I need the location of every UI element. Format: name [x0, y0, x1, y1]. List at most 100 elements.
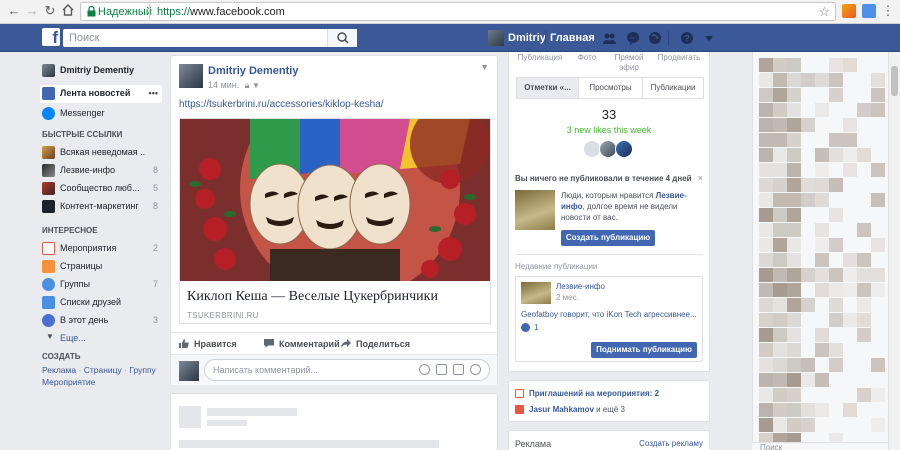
sidebar-profile[interactable]: Dmitriy Dementiy [40, 62, 162, 80]
sidebar-item-quick-link[interactable]: Всякая неведомая ... [40, 144, 162, 162]
notifications-globe-icon[interactable] [648, 31, 662, 45]
chat-contact-pixel [801, 373, 815, 387]
page-thumbnail[interactable] [515, 190, 555, 230]
sidebar-item-groups[interactable]: Группы 7 [40, 276, 162, 294]
scrollbar-thumb[interactable] [891, 66, 898, 96]
live-action[interactable]: Прямой эфир [609, 53, 649, 73]
sidebar-item-messenger[interactable]: Messenger [40, 105, 162, 123]
account-dropdown-icon[interactable] [702, 31, 716, 45]
link-preview-title[interactable]: Киклоп Кеша — Веселые Цукербринчики [187, 289, 438, 305]
sidebar-item-label: Лента новостей [60, 88, 131, 98]
sidebar-item-quick-link[interactable]: Сообщество люб... 5 [40, 180, 162, 198]
header-user-name[interactable]: Dmitriy [508, 32, 546, 44]
promote-action[interactable]: Продвигать [653, 53, 705, 62]
emoji-icon[interactable] [419, 364, 430, 375]
recent-page-name[interactable]: Лезвие-инфо [556, 282, 605, 291]
chat-contact-pixel [829, 313, 843, 327]
extension-icon[interactable] [842, 4, 856, 18]
sticker-icon[interactable] [470, 364, 481, 375]
chat-contact-pixel [787, 268, 801, 282]
sidebar-item-pages[interactable]: Страницы [40, 258, 162, 276]
create-ad-link[interactable]: Реклама [42, 365, 76, 375]
create-group-link[interactable]: Группу [129, 365, 155, 375]
scrollbar[interactable] [888, 52, 900, 450]
reload-icon[interactable]: ↻ [42, 3, 58, 19]
recent-post-card[interactable]: Лезвие-инфо 2 мес. Geofatboy говорит, чт… [515, 276, 703, 362]
search-input[interactable]: Поиск [63, 29, 357, 47]
create-publication-button[interactable]: Создать публикацию [561, 230, 655, 246]
news-feed-icon [42, 87, 55, 100]
forward-icon[interactable]: → [24, 3, 40, 19]
create-page-link[interactable]: Страницу [84, 365, 122, 375]
post-options-chevron-icon[interactable]: ▼ [480, 62, 489, 72]
home-icon[interactable] [60, 3, 76, 19]
gif-icon[interactable] [453, 364, 464, 375]
like-button[interactable]: Нравится [179, 339, 237, 349]
post-link-url[interactable]: https://tsukerbrini.ru/accessories/kiklo… [179, 99, 384, 110]
camera-icon[interactable] [436, 364, 447, 375]
home-link[interactable]: Главная [550, 32, 595, 44]
inviter-name[interactable]: Jasur Mahkamov [529, 405, 594, 414]
event-invites-card[interactable]: Приглашений на мероприятия: 2 Jasur Mahk… [508, 380, 710, 422]
sidebar-item-friend-lists[interactable]: Списки друзей [40, 294, 162, 312]
menu-icon[interactable]: ⋮ [880, 3, 896, 19]
tab-posts[interactable]: Публикации [643, 78, 703, 98]
comment-input[interactable]: Написать комментарий... [204, 359, 490, 381]
liker-avatar[interactable] [615, 140, 633, 158]
address-bar[interactable]: Надежный https://www.facebook.com ☆ [80, 2, 836, 21]
post-author-avatar[interactable] [179, 64, 203, 88]
event-invites-title[interactable]: Приглашений на мероприятия: 2 [529, 389, 659, 398]
sidebar-profile-name: Dmitriy Dementiy [60, 65, 135, 75]
bookmark-star-icon[interactable]: ☆ [818, 4, 830, 20]
recent-like-count[interactable]: 1 [534, 323, 538, 332]
chat-contact-pixel [815, 283, 829, 297]
close-icon[interactable]: × [698, 173, 703, 183]
post-author-name[interactable]: Dmitriy Dementiy [208, 65, 298, 77]
sidebar-item-on-this-day[interactable]: В этот день 3 [40, 312, 162, 330]
tab-views[interactable]: Просмотры [579, 78, 643, 98]
back-icon[interactable]: ← [6, 3, 22, 19]
extension-icon-2[interactable] [862, 4, 876, 18]
sidebar-item-label: Messenger [60, 108, 105, 118]
sidebar-item-quick-link[interactable]: Контент-маркетинг 8 [40, 198, 162, 216]
create-ad-link[interactable]: Создать рекламу [639, 439, 703, 448]
chat-contact-pixel [815, 223, 829, 237]
comment-button[interactable]: Комментарий [264, 339, 340, 349]
help-icon[interactable]: ? [680, 31, 694, 45]
boost-post-button[interactable]: Поднимать публикацию [591, 342, 697, 358]
tab-likes[interactable]: Отметки «... [517, 78, 579, 98]
privacy-dropdown-icon[interactable]: ▼ [252, 81, 260, 90]
sidebar-item-label: Контент-маркетинг [60, 201, 139, 211]
chat-contact-pixel [801, 418, 815, 432]
more-options-icon[interactable]: ••• [149, 88, 158, 98]
chat-contact-pixel [759, 58, 773, 72]
sidebar-item-news-feed[interactable]: Лента новостей ••• [40, 85, 162, 103]
chat-contact-pixel [787, 343, 801, 357]
search-button[interactable] [327, 29, 357, 47]
recent-post-text[interactable]: Geofatboy говорит, что iKon Tech агресси… [521, 310, 699, 319]
create-event-link[interactable]: Мероприятие [42, 377, 95, 387]
photo-action[interactable]: Фото [569, 53, 605, 62]
chat-contact-pixel [759, 118, 773, 132]
chat-contact-pixel [801, 193, 815, 207]
post-timestamp[interactable]: 14 мин. 🔒︎ ▼ [208, 80, 260, 91]
chat-contact-pixel [843, 58, 857, 72]
sidebar-item-events[interactable]: Мероприятия 2 [40, 240, 162, 258]
chat-contact-pixel [773, 193, 787, 207]
chat-contact-pixel [843, 313, 857, 327]
sidebar-item-quick-link[interactable]: Лезвие-инфо 8 [40, 162, 162, 180]
link-preview-card[interactable]: Киклоп Кеша — Веселые Цукербринчики TSUK… [179, 118, 491, 324]
privacy-lock-icon[interactable]: 🔒︎ [245, 80, 250, 90]
share-button[interactable]: Поделиться [341, 339, 410, 349]
page-manager-panel: Публикация Фото Прямой эфир Продвигать О… [508, 52, 710, 372]
url-text: https://www.facebook.com [157, 6, 285, 18]
chat-search-input[interactable]: Поиск [752, 442, 888, 450]
header-avatar[interactable] [488, 30, 504, 46]
friends-icon[interactable] [602, 31, 616, 45]
link-preview-image[interactable] [180, 119, 490, 281]
facebook-logo-icon[interactable]: f [42, 28, 60, 46]
publish-action[interactable]: Публикация [517, 53, 563, 62]
sidebar-item-more[interactable]: ▼ Еще... [40, 330, 162, 348]
chat-sidebar [752, 52, 888, 450]
messenger-icon[interactable] [626, 31, 640, 45]
